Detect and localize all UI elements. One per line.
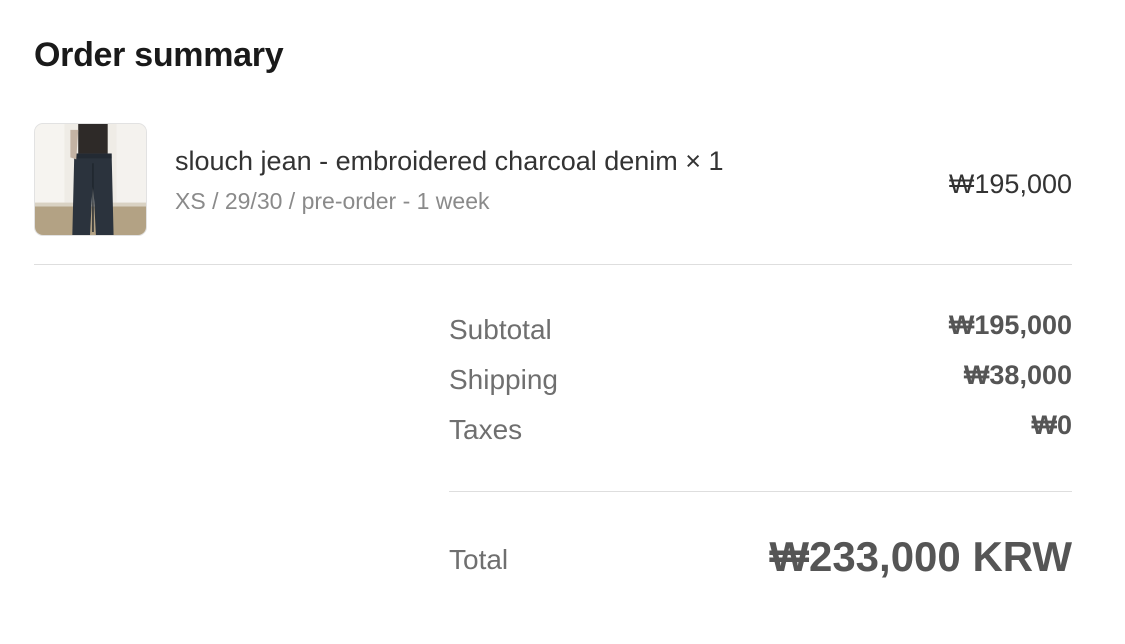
product-price: ₩195,000	[948, 169, 1072, 199]
order-summary-page: Order summary slouch jean - embroidered …	[0, 0, 1125, 644]
product-variant: XS / 29/30 / pre-order - 1 week	[175, 188, 490, 214]
line-item: slouch jean - embroidered charcoal denim…	[34, 123, 1072, 236]
totals-breakdown: Subtotal ₩195,000 Shipping ₩38,000 Taxes…	[449, 310, 1072, 460]
shipping-row: Shipping ₩38,000	[449, 360, 1072, 410]
total-value: ₩233,000 KRW	[769, 533, 1072, 580]
total-label: Total	[449, 544, 509, 575]
subtotal-label: Subtotal	[449, 314, 552, 345]
taxes-row: Taxes ₩0	[449, 410, 1072, 460]
divider	[449, 491, 1072, 492]
product-thumbnail	[34, 123, 147, 236]
product-name: slouch jean - embroidered charcoal denim…	[175, 146, 724, 176]
taxes-value: ₩0	[1031, 410, 1073, 440]
shipping-value: ₩38,000	[963, 360, 1072, 390]
subtotal-row: Subtotal ₩195,000	[449, 310, 1072, 360]
shipping-label: Shipping	[449, 364, 558, 395]
divider	[34, 264, 1072, 265]
product-photo-icon	[35, 124, 146, 235]
page-title: Order summary	[34, 36, 284, 74]
subtotal-value: ₩195,000	[948, 310, 1072, 340]
taxes-label: Taxes	[449, 414, 523, 445]
